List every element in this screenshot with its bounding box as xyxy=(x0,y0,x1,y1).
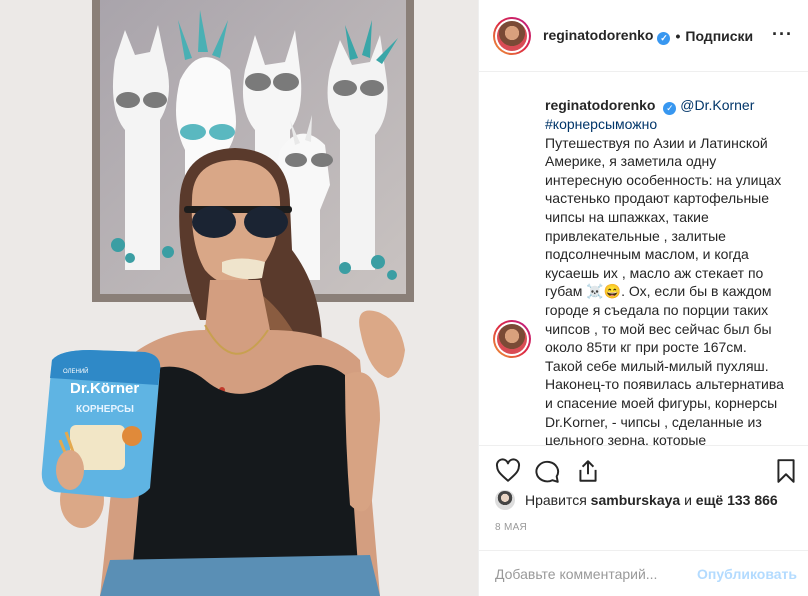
likes-summary: Нравится samburskaya и ещё 133 866 xyxy=(495,490,778,510)
caption-line: Путешествуя по Азии и Латинской xyxy=(545,134,768,151)
caption-hashtag-link[interactable]: #корнерсыможно xyxy=(545,116,657,132)
caption-line: около 85ти кг при росте 167см. xyxy=(545,339,747,356)
post-photo[interactable]: ОЛЕНИЙ Dr.Körner КОРНЕРСЫ xyxy=(0,0,478,596)
caption-mention-link[interactable]: @Dr.Korner xyxy=(680,97,754,113)
author-username[interactable]: reginatodorenko ✓ xyxy=(543,27,671,45)
publish-button[interactable]: Опубликовать xyxy=(697,566,797,582)
package-brand-label: Dr.Körner xyxy=(70,380,139,397)
author-username-text[interactable]: reginatodorenko xyxy=(543,27,653,43)
caption-line: и спасение моей фигуры, корнерсы xyxy=(545,394,778,411)
likes-prefix: Нравится xyxy=(525,492,587,508)
more-options-icon[interactable]: ··· xyxy=(772,24,793,45)
caption-line: чипсов , то мой вес сейчас был бы xyxy=(545,320,772,337)
package-title-label: КОРНЕРСЫ xyxy=(76,404,134,415)
share-icon[interactable] xyxy=(575,458,601,484)
bookmark-icon[interactable] xyxy=(773,458,799,484)
comment-icon[interactable] xyxy=(535,458,561,484)
header-separator: • xyxy=(675,27,681,44)
instagram-post: ОЛЕНИЙ Dr.Körner КОРНЕРСЫ reginatodorenk… xyxy=(0,0,808,596)
following-button[interactable]: Подписки xyxy=(685,28,753,44)
comment-input[interactable] xyxy=(495,565,705,582)
post-header: reginatodorenko ✓ • Подписки ··· xyxy=(479,0,808,72)
caption-line: Америке, я заметила одну xyxy=(545,153,717,170)
heart-icon[interactable] xyxy=(495,458,521,484)
comments-area[interactable]: reginatodorenko ✓ @Dr.Korner #корнерсымо… xyxy=(479,72,808,445)
add-comment-form: Опубликовать xyxy=(479,550,808,596)
package-top-label: ОЛЕНИЙ xyxy=(63,367,89,375)
likes-and: и xyxy=(684,492,692,508)
caption-text: reginatodorenko ✓ @Dr.Korner #корнерсымо… xyxy=(545,96,795,445)
caption-line: подсолнечным маслом, и когда xyxy=(545,246,749,263)
caption-line: губам ☠️😄. Ох, если бы в каждом xyxy=(545,283,772,300)
verified-badge-icon: ✓ xyxy=(657,31,671,45)
caption-username[interactable]: reginatodorenko xyxy=(545,97,655,113)
caption-line: Dr.Korner, - чипсы , сделанные из xyxy=(545,413,762,430)
caption-line: Такой себе милый-милый пухляш. xyxy=(545,357,769,374)
caption-line: интересную особенность: на улицах xyxy=(545,171,782,188)
caption-line: Наконец-то появилась альтернатива xyxy=(545,376,784,393)
caption-line: городе я съедала по порции таких xyxy=(545,301,769,318)
caption-avatar-image xyxy=(497,324,527,354)
post-side-panel: reginatodorenko ✓ • Подписки ··· reginato… xyxy=(478,0,808,596)
caption-line: цельного зерна, которые xyxy=(545,432,707,445)
verified-badge-icon: ✓ xyxy=(663,102,677,115)
caption-avatar[interactable] xyxy=(493,320,531,358)
post-date[interactable]: 8 МАЯ xyxy=(495,522,527,533)
caption-line: привлекательные , залитые xyxy=(545,227,726,244)
liker-avatar[interactable] xyxy=(495,490,515,510)
caption-line: кусаешь их , масло аж стекает по xyxy=(545,264,764,281)
caption-line: чипсы на шпажках, такие xyxy=(545,208,709,225)
likes-count[interactable]: ещё 133 866 xyxy=(696,492,778,508)
author-avatar[interactable] xyxy=(493,16,531,55)
liker-username[interactable]: samburskaya xyxy=(591,492,681,508)
photo-illustration: ОЛЕНИЙ Dr.Körner КОРНЕРСЫ xyxy=(0,0,478,596)
author-avatar-image xyxy=(497,20,527,51)
caption-line: частенько продают картофельные xyxy=(545,190,770,207)
